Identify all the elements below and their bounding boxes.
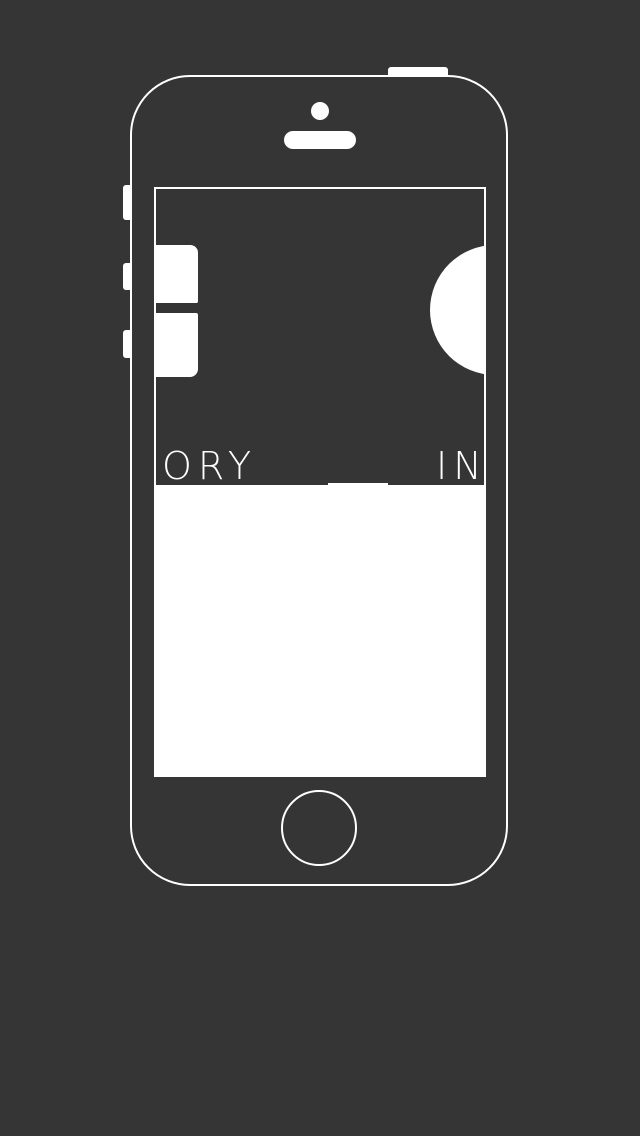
phone-screen[interactable]: ORY IN <box>154 187 486 777</box>
left-item-label: ORY <box>162 444 258 488</box>
carousel-panel[interactable]: ORY IN <box>156 189 484 485</box>
earpiece-speaker-icon <box>284 131 356 149</box>
front-camera-icon <box>311 102 329 120</box>
home-button[interactable] <box>281 790 357 866</box>
left-item-shape-lower[interactable] <box>156 313 198 377</box>
content-panel[interactable] <box>156 485 484 775</box>
app-stage: ORY IN <box>0 0 640 1136</box>
left-item-shape-upper[interactable] <box>156 245 198 303</box>
right-item-label: IN <box>436 444 486 488</box>
right-item-circle-icon[interactable] <box>430 245 484 375</box>
